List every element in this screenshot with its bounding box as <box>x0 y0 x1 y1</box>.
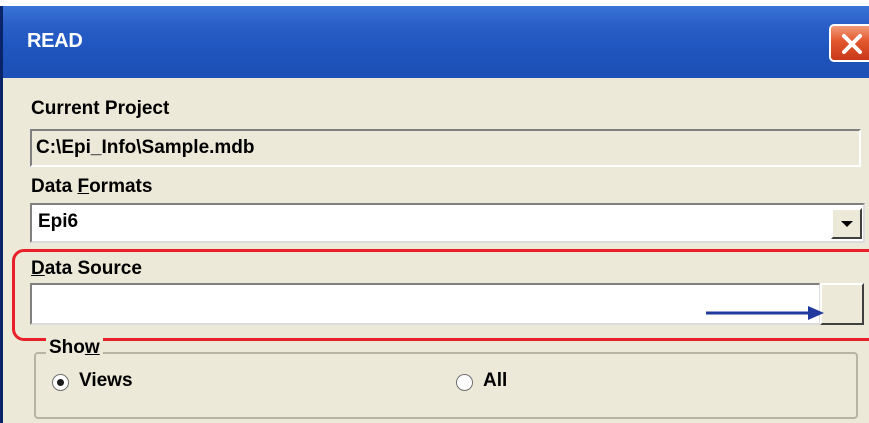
title-bar: READ <box>3 6 869 78</box>
data-formats-selected: Epi6 <box>38 211 79 232</box>
views-radio[interactable] <box>52 374 69 391</box>
radio-selected-dot <box>57 379 64 386</box>
data-source-input[interactable] <box>30 283 820 325</box>
data-source-label: Data Source <box>31 258 142 279</box>
current-project-label: Current Project <box>31 98 170 119</box>
chevron-down-icon <box>841 221 853 227</box>
views-radio-label[interactable]: Views <box>79 370 133 392</box>
show-groupbox <box>34 352 858 419</box>
browse-button[interactable] <box>820 283 864 325</box>
all-radio-label[interactable]: All <box>483 370 507 392</box>
data-formats-label: Data Formats <box>31 176 153 197</box>
dropdown-arrow-button[interactable] <box>831 208 862 239</box>
window-title: READ <box>27 30 83 52</box>
show-group-label: Show <box>46 337 103 359</box>
data-formats-dropdown[interactable]: Epi6 <box>30 203 865 243</box>
close-button[interactable] <box>829 24 869 62</box>
all-radio[interactable] <box>456 374 473 391</box>
close-icon <box>842 34 862 54</box>
annotation-arrow-icon <box>706 306 824 320</box>
current-project-field: C:\Epi_Info\Sample.mdb <box>30 129 861 167</box>
